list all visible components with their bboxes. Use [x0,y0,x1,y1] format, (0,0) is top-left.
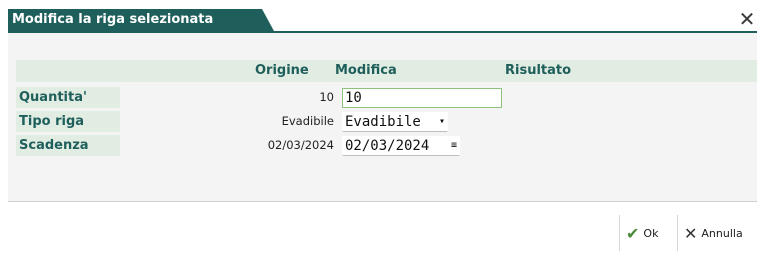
ok-button[interactable]: ✔ Ok [619,215,676,251]
calendar-icon[interactable]: ≡ [451,137,457,155]
ok-button-label: Ok [643,226,659,240]
dialog-title: Modifica la riga selezionata [8,9,274,31]
column-header-row: Origine Modifica Risultato [16,60,757,82]
dialog-footer: ✔ Ok ✕ Annulla [0,203,757,254]
close-icon[interactable]: ✕ [737,9,757,30]
scadenza-value: 02/03/2024 [345,138,430,154]
check-icon: ✔ [626,223,640,243]
origine-scadenza: 02/03/2024 [267,138,334,152]
tipo-riga-value: Evadibile [345,114,421,130]
column-header-risultato: Risultato [505,63,572,78]
row-label-scadenza: Scadenza [16,135,120,156]
scadenza-date-input[interactable]: 02/03/2024 ≡ [342,136,460,156]
chevron-down-icon[interactable]: ▾ [439,113,445,131]
row-label-tipo-riga: Tipo riga [16,111,120,132]
column-header-modifica: Modifica [335,63,397,78]
origine-tipo-riga: Evadibile [281,114,334,128]
quantita-input[interactable]: 10 [342,88,502,108]
origine-quantita: 10 [319,90,334,104]
annulla-button[interactable]: ✕ Annulla [677,215,757,251]
annulla-button-label: Annulla [701,226,743,240]
cancel-icon: ✕ [684,223,698,243]
row-label-quantita: Quantita' [16,87,120,108]
edit-row-dialog: Modifica la riga selezionata ✕ Origine M… [0,0,757,254]
column-header-origine: Origine [255,63,309,78]
quantita-value: 10 [345,90,362,106]
dialog-titlebar: Modifica la riga selezionata ✕ [8,9,757,33]
form-panel: Origine Modifica Risultato Quantita' 10 … [8,33,757,202]
tipo-riga-select[interactable]: Evadibile ▾ [342,112,448,132]
